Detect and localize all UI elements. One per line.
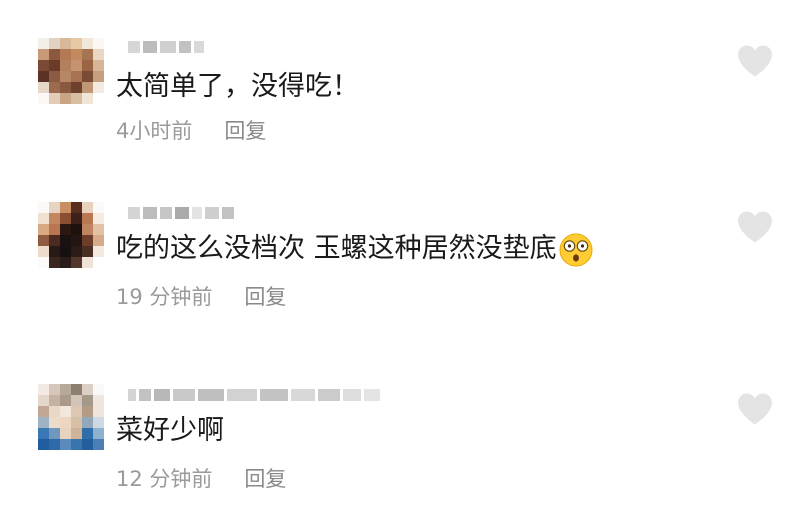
heart-icon[interactable] [736, 44, 774, 78]
comment-text: 吃的这么没档次 玉螺这种居然没垫底 [116, 232, 593, 267]
reply-button[interactable]: 回复 [244, 285, 286, 309]
avatar[interactable] [38, 202, 104, 268]
comment-meta: 19 分钟前 回复 [116, 284, 286, 310]
comment-meta: 12 分钟前 回复 [116, 466, 286, 492]
heart-icon[interactable] [736, 392, 774, 426]
heart-icon[interactable] [736, 210, 774, 244]
username-blurred[interactable] [128, 40, 204, 54]
comment-time: 12 分钟前 [116, 467, 213, 491]
username-blurred[interactable] [128, 388, 380, 402]
comment-time: 4小时前 [116, 119, 193, 143]
comment-text: 菜好少啊 [116, 415, 224, 446]
avatar[interactable] [38, 38, 104, 104]
comment-time: 19 分钟前 [116, 285, 213, 309]
comment-text: 太简单了，没得吃！ [116, 71, 359, 102]
username-blurred[interactable] [128, 206, 234, 220]
reply-button[interactable]: 回复 [244, 467, 286, 491]
astonished-face-icon [559, 233, 593, 266]
avatar[interactable] [38, 384, 104, 450]
comment-meta: 4小时前 回复 [116, 118, 266, 144]
comment-text-body: 吃的这么没档次 玉螺这种居然没垫底 [116, 233, 557, 264]
reply-button[interactable]: 回复 [224, 119, 266, 143]
